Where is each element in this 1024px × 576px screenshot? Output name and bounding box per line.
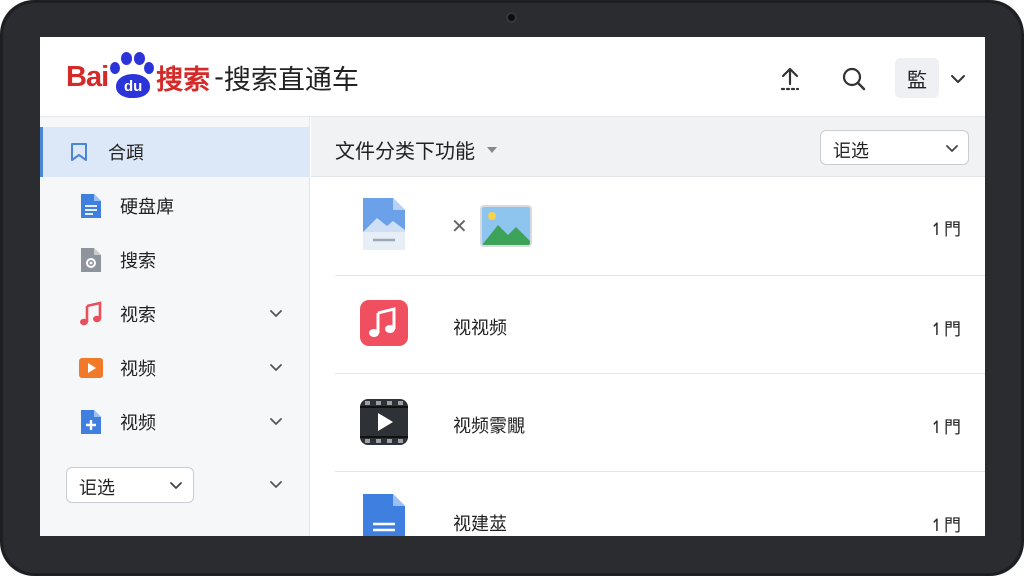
file-name: 视视频 <box>453 318 507 339</box>
sidebar-item-label: 硬盘庳 <box>120 197 174 218</box>
section-title[interactable]: 文件分类下功能 <box>335 135 475 164</box>
filter-select[interactable]: 讵选 <box>820 130 969 165</box>
chevron-down-icon[interactable] <box>268 360 284 376</box>
avatar[interactable]: 監 <box>895 58 939 98</box>
sidebar-item-video[interactable]: 视频 <box>40 343 310 393</box>
file-name: 视频霥覵 <box>453 416 525 437</box>
sidebar-item-music[interactable]: 视索 <box>40 289 310 339</box>
file-list: ✕ ↿門 视视频 ↿門 视频霥覵 ↿門 视建莁 ↿門 <box>311 178 985 536</box>
music-icon <box>78 300 104 328</box>
sidebar-item-label: 视频 <box>120 359 156 380</box>
baidu-logo[interactable]: Bai du 搜索 - 搜索直通车 <box>66 47 359 107</box>
landscape-icon <box>482 207 530 245</box>
filter-select-label: 讵选 <box>833 141 869 162</box>
logo-sousuo-text: 搜索 <box>156 64 211 96</box>
file-meta: ↿門 <box>929 220 961 240</box>
image-thumbnail[interactable] <box>480 205 532 247</box>
video-icon <box>78 354 104 382</box>
document-icon <box>78 192 104 220</box>
bookmark-icon <box>66 138 92 166</box>
sidebar-item-drive[interactable]: 硬盘庳 <box>40 181 310 231</box>
image-file-icon <box>363 198 405 250</box>
music-app-icon <box>360 300 408 346</box>
sidebar: 合頙 硬盘庳 搜索 视索 视频 视频 讵选 <box>40 117 310 536</box>
chevron-down-icon <box>170 482 182 489</box>
caret-down-icon[interactable] <box>487 147 497 153</box>
sidebar-item-label: 视索 <box>120 305 156 326</box>
camera-icon <box>506 12 517 23</box>
device-frame: Bai du 搜索 - 搜索直通车 監 合頙 硬盘庳 搜索 视索 视频 视频 讵… <box>0 0 1024 576</box>
file-meta: ↿門 <box>929 320 961 340</box>
paw-logo-icon: du <box>110 52 155 102</box>
top-header: Bai du 搜索 - 搜索直通车 監 <box>40 37 985 117</box>
chevron-down-icon <box>951 75 965 83</box>
upload-icon <box>780 67 800 91</box>
sidebar-item-label: 合頙 <box>108 143 144 164</box>
logo-du-text: du <box>116 74 151 98</box>
chevron-down-icon <box>946 145 958 152</box>
file-meta: ↿門 <box>929 418 961 438</box>
title-separator: - <box>214 61 224 93</box>
add-file-icon <box>78 408 104 436</box>
file-row[interactable]: 视建莁 ↿門 <box>335 472 985 536</box>
search-icon <box>842 67 866 91</box>
file-row[interactable]: ✕ ↿門 <box>335 178 985 276</box>
video-player-icon <box>360 399 408 445</box>
logo-bai-text: Bai <box>66 60 109 93</box>
search-button[interactable] <box>834 59 874 99</box>
sidebar-item-video-add[interactable]: 视频 <box>40 397 310 447</box>
upload-button[interactable] <box>770 59 810 99</box>
chevron-down-icon[interactable] <box>268 306 284 322</box>
file-meta: ↿門 <box>929 516 961 536</box>
chevron-down-icon[interactable] <box>268 414 284 430</box>
sidebar-item-label: 视频 <box>120 413 156 434</box>
sidebar-item-search[interactable]: 搜索 <box>40 235 310 285</box>
sidebar-item-label: 搜索 <box>120 251 156 272</box>
sidebar-filter-label: 讵选 <box>79 478 115 499</box>
close-icon[interactable]: ✕ <box>451 214 468 238</box>
content-toolbar: 文件分类下功能 讵选 <box>311 117 985 177</box>
account-menu-button[interactable] <box>938 59 978 99</box>
document-icon <box>363 494 405 536</box>
file-row[interactable]: 视视频 ↿門 <box>335 276 985 374</box>
sidebar-filter-select[interactable]: 讵选 <box>66 467 194 503</box>
file-name: 视建莁 <box>453 514 507 535</box>
settings-file-icon <box>78 246 104 274</box>
file-row[interactable]: 视频霥覵 ↿門 <box>335 374 985 472</box>
app-title: 搜索直通车 <box>223 64 359 96</box>
app-window: Bai du 搜索 - 搜索直通车 監 合頙 硬盘庳 搜索 视索 视频 视频 讵… <box>40 37 985 536</box>
sidebar-item-home[interactable]: 合頙 <box>40 127 310 177</box>
chevron-down-icon[interactable] <box>268 477 284 493</box>
